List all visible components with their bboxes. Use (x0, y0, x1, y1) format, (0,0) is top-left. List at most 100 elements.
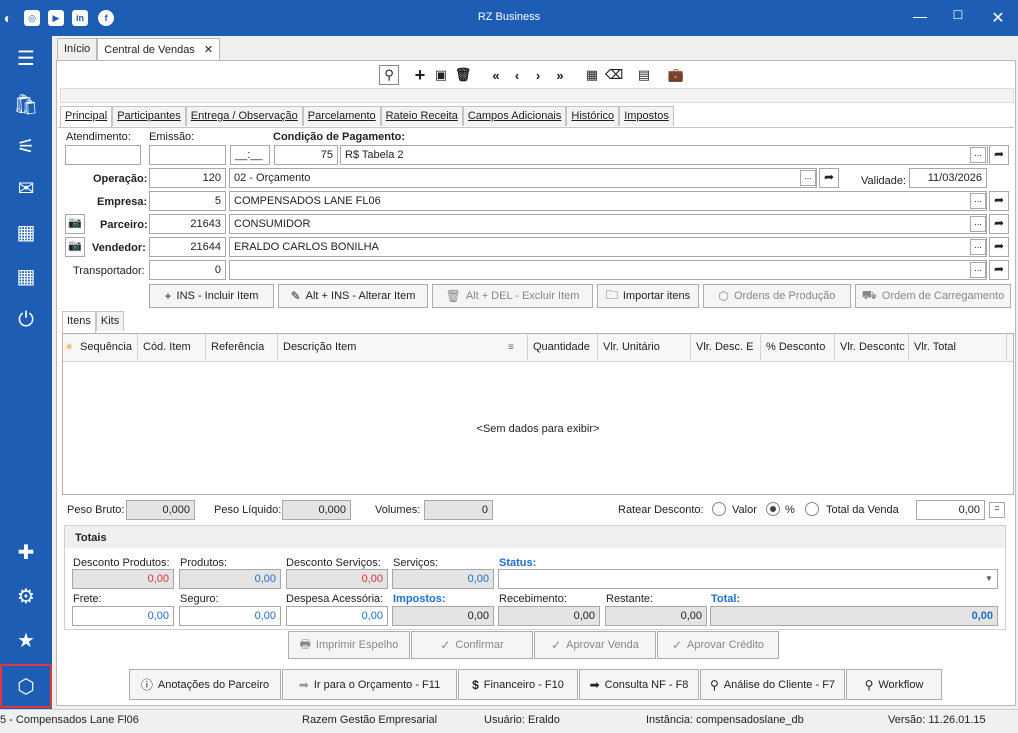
previous-record-icon[interactable]: ‹ (507, 65, 527, 85)
col-pct-desconto[interactable]: % Desconto (761, 334, 835, 360)
operacao-lookup-button[interactable]: ... (800, 170, 816, 186)
close-icon[interactable]: ✕ (986, 8, 1010, 28)
empresa-desc-field[interactable]: COMPENSADOS LANE FL06 (229, 191, 987, 211)
consulta-nf-button[interactable]: ➡ Consulta NF - F8 (579, 669, 699, 700)
tab-kits[interactable]: Kits (95, 311, 125, 331)
incluir-item-button[interactable]: + INS - Incluir Item (149, 284, 274, 308)
vendedor-camera-icon[interactable]: 📷 (65, 237, 85, 257)
importar-itens-button[interactable]: 🗀 Importar itens (597, 284, 699, 308)
col-vlr-total[interactable]: Vlr. Total (909, 334, 1007, 360)
transportador-goto-icon[interactable]: ➦ (989, 260, 1009, 280)
building-alt-icon[interactable]: ▦ (0, 256, 52, 296)
parceiro-goto-icon[interactable]: ➦ (989, 214, 1009, 234)
tab-itens[interactable]: Itens (62, 311, 96, 333)
radio-total-venda[interactable] (805, 502, 819, 516)
validade-field[interactable]: 11/03/2026 (909, 168, 987, 188)
menu-icon[interactable]: ☰ (0, 38, 52, 78)
star-icon[interactable]: ★ (0, 620, 52, 660)
col-quantidade[interactable]: Quantidade (528, 334, 598, 360)
tab-participantes[interactable]: Participantes (112, 106, 186, 126)
transportador-lookup-button[interactable]: ... (970, 262, 986, 278)
building-icon[interactable]: ▦ (0, 212, 52, 252)
next-record-icon[interactable]: › (528, 65, 548, 85)
search-icon[interactable]: ⚲ (379, 65, 399, 85)
trash-icon[interactable]: 🗑 (453, 65, 473, 85)
form-icon[interactable]: ▤ (634, 65, 654, 85)
minimize-icon[interactable]: — (908, 8, 932, 24)
tab-historico[interactable]: Histórico (566, 106, 620, 126)
col-vlr-desc-e[interactable]: Vlr. Desc. E (691, 334, 761, 360)
close-tab-icon[interactable]: ✕ (204, 44, 213, 56)
vendedor-lookup-button[interactable]: ... (970, 239, 986, 255)
col-cod-item[interactable]: Cód. Item (138, 334, 206, 360)
vendedor-goto-icon[interactable]: ➦ (989, 237, 1009, 257)
ir-para-orcamento-button[interactable]: ➡ Ir para o Orçamento - F11 (282, 669, 457, 700)
col-descricao-item[interactable]: Descrição Item (278, 334, 528, 360)
vendedor-desc-field[interactable]: ERALDO CARLOS BONILHA (229, 237, 987, 257)
analise-cliente-button[interactable]: ⚲ Análise do Cliente - F7 (700, 669, 845, 700)
operacao-code-field[interactable]: 120 (149, 168, 226, 188)
tab-principal[interactable]: Principal (60, 106, 113, 128)
save-icon[interactable]: ▣ (431, 65, 451, 85)
operacao-desc-field[interactable]: 02 - Orçamento (229, 168, 817, 188)
condicao-code-field[interactable]: 75 (274, 145, 338, 165)
emissao-time-field[interactable]: __:__ (230, 145, 270, 165)
tab-impostos[interactable]: Impostos (619, 106, 674, 126)
shield-icon[interactable]: ⬡ (0, 664, 52, 708)
condicao-desc-field[interactable]: R$ Tabela 2 (340, 145, 988, 165)
status-select[interactable] (498, 569, 998, 589)
grid-icon[interactable]: ▦ (582, 65, 602, 85)
briefcase-icon[interactable]: 💼 (666, 65, 686, 85)
condicao-goto-icon[interactable]: ➦ (989, 145, 1009, 165)
parceiro-lookup-button[interactable]: ... (970, 216, 986, 232)
empresa-lookup-button[interactable]: ... (970, 193, 986, 209)
sliders-icon[interactable]: ⚟ (0, 126, 52, 166)
puzzle-icon[interactable]: ✚ (0, 532, 52, 572)
parceiro-desc-field[interactable]: CONSUMIDOR (229, 214, 987, 234)
col-vlr-unitario[interactable]: Vlr. Unitário (598, 334, 691, 360)
last-record-icon[interactable]: » (550, 65, 570, 85)
empresa-goto-icon[interactable]: ➦ (989, 191, 1009, 211)
operacao-goto-icon[interactable]: ➦ (819, 168, 839, 188)
aprovar-credito-button[interactable]: ✓ Aprovar Crédito (657, 631, 779, 659)
transportador-code-field[interactable]: 0 (149, 260, 226, 280)
vendedor-code-field[interactable]: 21644 (149, 237, 226, 257)
tab-parcelamento[interactable]: Parcelamento (302, 106, 381, 126)
financeiro-button[interactable]: $ Financeiro - F10 (458, 669, 578, 700)
col-vlr-desconto[interactable]: Vlr. Descontc (835, 334, 909, 360)
alterar-item-button[interactable]: ✎ Alt + INS - Alterar Item (278, 284, 428, 308)
frete-field[interactable]: 0,00 (72, 606, 174, 626)
tab-rateio-receita[interactable]: Rateio Receita (380, 106, 463, 126)
chevron-down-icon[interactable]: ▼ (985, 574, 993, 583)
shopping-bag-icon[interactable]: 🛍 (0, 84, 52, 124)
imprimir-espelho-button[interactable]: 🖶 Imprimir Espelho (288, 631, 410, 659)
gear-icon[interactable]: ⚙ (0, 576, 52, 616)
add-icon[interactable]: + (410, 65, 430, 85)
ordem-carregamento-button[interactable]: ⛟ Ordem de Carregamento (855, 284, 1011, 308)
filter-icon[interactable]: ≡ (508, 342, 514, 353)
transportador-desc-field[interactable] (229, 260, 987, 280)
desconto-field[interactable]: 0,00 (916, 500, 985, 520)
first-record-icon[interactable]: « (486, 65, 506, 85)
seguro-field[interactable]: 0,00 (179, 606, 281, 626)
empresa-code-field[interactable]: 5 (149, 191, 226, 211)
aprovar-venda-button[interactable]: ✓ Aprovar Venda (534, 631, 656, 659)
ordens-producao-button[interactable]: ⬡ Ordens de Produção (703, 284, 851, 308)
maximize-icon[interactable]: ☐ (946, 8, 970, 22)
radio-valor[interactable] (712, 502, 726, 516)
workflow-button[interactable]: ⚲ Workflow (846, 669, 942, 700)
parceiro-camera-icon[interactable]: 📷 (65, 214, 85, 234)
atendimento-field[interactable] (65, 145, 141, 165)
power-icon[interactable]: ⏻ (0, 300, 52, 340)
despesa-field[interactable]: 0,00 (286, 606, 388, 626)
emissao-field[interactable] (149, 145, 226, 165)
clear-icon[interactable]: ⌫ (604, 65, 624, 85)
mail-icon[interactable]: ✉ (0, 168, 52, 208)
equals-button[interactable]: = (989, 502, 1005, 518)
condicao-lookup-button[interactable]: ... (970, 147, 986, 163)
tab-inicio[interactable]: Início (57, 38, 98, 60)
parceiro-code-field[interactable]: 21643 (149, 214, 226, 234)
radio-percent[interactable] (766, 502, 780, 516)
tab-central-de-vendas[interactable]: Central de Vendas ✕ (97, 38, 221, 60)
excluir-item-button[interactable]: 🗑 Alt + DEL - Excluir Item (432, 284, 593, 308)
